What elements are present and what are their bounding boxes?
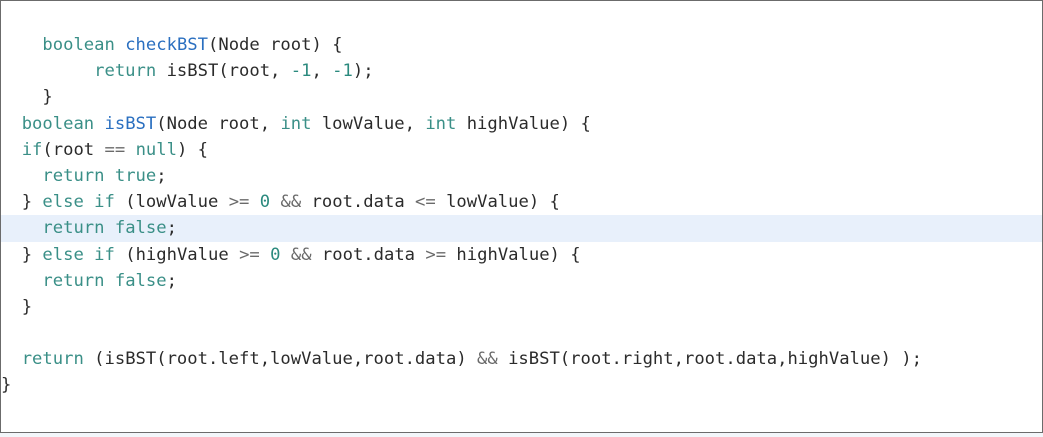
code-keyword: boolean	[42, 35, 115, 55]
code-text: }	[1, 87, 53, 108]
code-line[interactable]: boolean isBST(Node root, int lowValue, i…	[1, 111, 1042, 137]
code-text: highValue) {	[456, 113, 591, 134]
code-text: (lowValue	[114, 192, 229, 213]
code-keyword: return	[42, 218, 105, 239]
code-keyword: int	[280, 113, 312, 134]
code-keyword: false	[114, 270, 167, 291]
code-line[interactable]: } else if (lowValue >= 0 && root.data <=…	[1, 189, 1042, 215]
code-number: -1	[290, 61, 312, 82]
code-text: highValue) {	[446, 244, 581, 265]
code-keyword: if	[94, 192, 115, 213]
code-line[interactable]: return (isBST(root.left,lowValue,root.da…	[1, 346, 1042, 372]
code-text: ;	[166, 218, 177, 239]
code-function-name: checkBST	[125, 35, 208, 55]
code-operator: &&	[280, 192, 302, 213]
code-line[interactable]: }	[1, 294, 1042, 320]
code-line-active[interactable]: return false;	[1, 215, 1042, 242]
code-keyword: else	[42, 244, 84, 265]
code-text: ;	[166, 270, 177, 291]
code-keyword: return	[94, 61, 157, 82]
code-text: (Node root,	[156, 113, 281, 134]
code-text: }	[1, 375, 12, 396]
code-keyword: if	[21, 139, 43, 160]
code-keyword: else	[42, 192, 84, 213]
code-text: ;	[156, 165, 167, 186]
code-text: isBST(root.right,root.data,highValue) );	[497, 349, 922, 370]
code-block[interactable]: boolean checkBST(Node root) { return isB…	[1, 32, 1042, 399]
code-operator: >=	[239, 244, 260, 265]
code-operator: &&	[477, 349, 498, 370]
code-text: lowValue) {	[435, 192, 560, 213]
code-line[interactable]: return isBST(root, -1, -1);	[1, 58, 1042, 84]
code-text: }	[1, 296, 33, 317]
code-text: }	[1, 192, 43, 213]
code-keyword: true	[114, 165, 157, 186]
code-line[interactable]: return false;	[1, 268, 1042, 294]
code-text: }	[1, 244, 43, 265]
code-editor[interactable]: boolean checkBST(Node root) { return isB…	[0, 0, 1043, 433]
code-text: root.data	[301, 192, 416, 213]
code-number: -1	[332, 61, 353, 82]
bottom-strip	[0, 433, 1043, 437]
code-operator: >=	[228, 192, 250, 213]
code-operator: ==	[104, 139, 126, 160]
code-text: root.data	[311, 244, 426, 265]
code-operator: <=	[415, 192, 436, 213]
code-line[interactable]	[1, 320, 1042, 346]
code-keyword: null	[135, 139, 177, 160]
code-line[interactable]: }	[1, 84, 1042, 110]
code-line[interactable]: if(root == null) {	[1, 137, 1042, 163]
code-keyword: if	[94, 244, 115, 265]
code-text: );	[352, 61, 374, 82]
code-operator: >=	[425, 244, 447, 265]
code-keyword: boolean	[21, 113, 95, 134]
code-number: 0	[259, 192, 271, 213]
code-number: 0	[270, 244, 281, 265]
code-keyword: return	[42, 270, 105, 291]
code-line[interactable]: } else if (highValue >= 0 && root.data >…	[1, 242, 1042, 268]
code-line[interactable]: boolean checkBST(Node root) {	[1, 32, 1042, 58]
code-text: lowValue,	[311, 113, 426, 134]
code-keyword: false	[114, 218, 167, 239]
code-operator: &&	[290, 244, 312, 265]
code-line[interactable]: return true;	[1, 163, 1042, 189]
code-text: (highValue	[114, 244, 240, 265]
code-text: isBST(root,	[156, 61, 291, 82]
code-function-name: isBST	[104, 113, 157, 134]
code-text: (root	[42, 139, 105, 160]
code-keyword: return	[42, 165, 105, 186]
code-text: ) {	[176, 139, 209, 160]
code-text: (isBST(root.left,lowValue,root.data)	[83, 349, 478, 370]
code-text: ,	[311, 61, 333, 82]
code-text: (Node root) {	[208, 35, 343, 55]
code-line[interactable]: }	[1, 372, 1042, 398]
code-keyword: return	[21, 349, 84, 370]
code-keyword: int	[425, 113, 457, 134]
